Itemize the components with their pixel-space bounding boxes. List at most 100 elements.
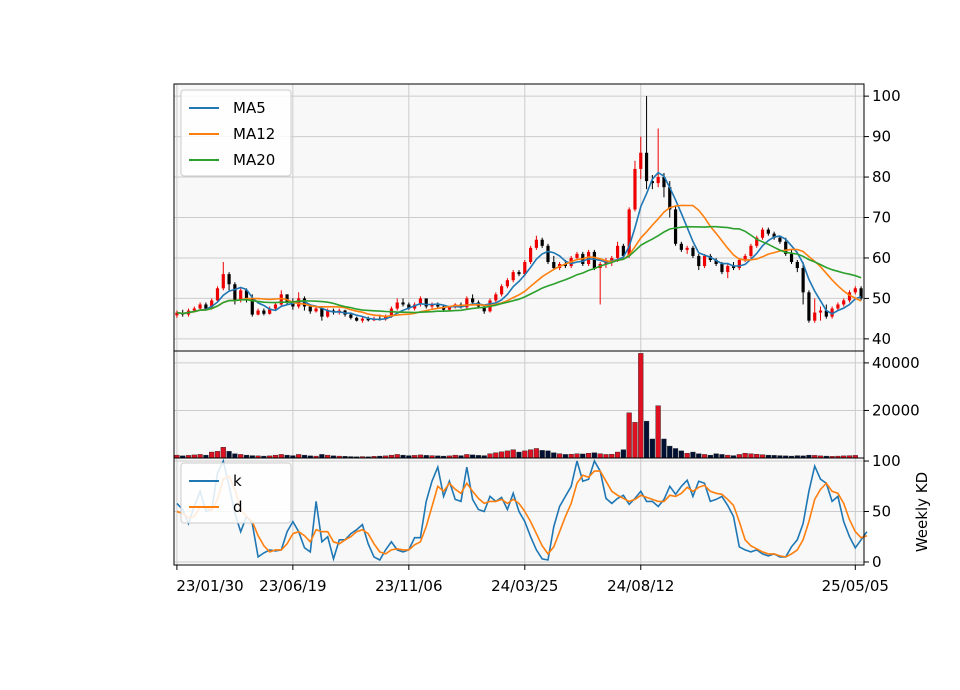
candle-body — [355, 317, 359, 321]
volume-bar — [528, 449, 534, 459]
volume-ytick-label: 40000 — [872, 354, 920, 372]
candle-body — [221, 274, 225, 289]
candle-body — [749, 245, 753, 256]
volume-bar — [504, 450, 510, 459]
candle-body — [720, 264, 724, 273]
volume-ytick-label: 20000 — [872, 401, 920, 419]
candle-body — [471, 298, 475, 303]
volume-bar — [226, 451, 232, 459]
price-ytick-label: 40 — [872, 330, 891, 348]
candle-body — [227, 274, 231, 285]
volume-bar — [649, 438, 655, 459]
volume-bar — [214, 451, 221, 459]
price-panel: 40 50 60 70 80 90 100 MA5 MA12 MA20 — [173, 83, 901, 352]
candle-body — [529, 247, 533, 262]
volume-bar — [545, 450, 551, 459]
x-tick-label: 24/08/12 — [607, 577, 674, 595]
x-tick-label: 25/05/05 — [822, 577, 889, 595]
volume-bar — [533, 448, 539, 459]
price-legend-label: MA20 — [233, 151, 275, 169]
volume-bar — [719, 454, 725, 459]
volume-bar — [603, 454, 609, 459]
volume-bar — [678, 450, 684, 459]
price-ytick-label: 100 — [872, 87, 901, 105]
price-ytick-label: 60 — [872, 249, 891, 267]
volume-bar — [643, 420, 650, 459]
candle-body — [534, 239, 538, 248]
volume-bar — [701, 454, 708, 459]
volume-bar — [464, 454, 470, 459]
volume-bar — [754, 453, 760, 459]
kd-ytick-label: 50 — [872, 503, 891, 521]
candle-body — [807, 292, 811, 321]
volume-bar — [209, 451, 215, 459]
candle-body — [702, 255, 707, 267]
volume-bar — [638, 353, 644, 459]
candle-body — [256, 310, 260, 315]
stock-chart: 40 50 60 70 80 90 100 MA5 MA12 MA20 20000 40000 0 5… — [173, 83, 931, 595]
volume-bar — [522, 450, 528, 459]
volume-bar — [586, 453, 592, 459]
candle-body — [575, 253, 579, 258]
candle-body — [215, 288, 220, 301]
candle-body — [320, 308, 324, 317]
candle-body — [308, 306, 312, 312]
volume-bar — [609, 453, 615, 459]
x-tick-label: 23/11/06 — [375, 577, 442, 595]
volume-bar — [197, 454, 203, 459]
volume-bar — [742, 453, 748, 459]
volume-bar — [620, 449, 626, 459]
volume-bar — [319, 454, 325, 459]
candle-body — [395, 302, 399, 309]
candle-body — [360, 318, 365, 321]
candle-body — [262, 310, 266, 314]
candle-body — [726, 266, 730, 273]
volume-background — [174, 351, 864, 458]
candle-body — [836, 304, 840, 309]
candle-body — [639, 152, 643, 169]
candle-body — [760, 229, 765, 238]
candle-body — [766, 229, 770, 234]
volume-bar — [568, 453, 574, 459]
candle-body — [813, 312, 817, 321]
kd-ytick-label: 100 — [872, 452, 901, 470]
volume-bar — [574, 453, 580, 459]
candle-body — [795, 262, 799, 269]
volume-bar — [713, 453, 719, 459]
candle-body — [685, 247, 689, 250]
volume-bar — [690, 451, 696, 459]
candle-body — [494, 294, 498, 301]
price-legend-label: MA5 — [233, 99, 266, 117]
candle-body — [818, 310, 823, 313]
volume-bar — [232, 453, 238, 459]
volume-bar — [696, 453, 702, 459]
candle-body — [789, 253, 794, 262]
volume-bar — [557, 453, 563, 459]
volume-bar — [499, 451, 505, 459]
volume-bar — [394, 454, 400, 459]
candle-body — [349, 314, 353, 318]
volume-bar — [655, 405, 661, 459]
candle-body — [801, 268, 805, 293]
candle-body — [656, 177, 660, 184]
candle-body — [233, 284, 237, 301]
candle-body — [679, 243, 683, 250]
volume-bar — [220, 447, 226, 459]
volume-bar — [672, 448, 679, 459]
price-ytick-label: 90 — [872, 128, 891, 146]
candle-body — [853, 288, 857, 293]
volume-bar — [632, 422, 638, 459]
volume-bar — [516, 451, 522, 459]
x-tick-label: 23/06/19 — [259, 577, 326, 595]
volume-bar — [278, 454, 284, 459]
volume-bar — [736, 454, 742, 459]
candle-body — [615, 245, 620, 258]
candle-body — [401, 302, 405, 305]
candle-body — [314, 308, 318, 312]
candle-body — [673, 209, 678, 244]
x-tick-label: 23/01/30 — [176, 577, 243, 595]
kd-legend-label: k — [233, 472, 242, 490]
candle-body — [500, 286, 504, 295]
candle-body — [697, 255, 701, 267]
volume-bar — [597, 453, 603, 459]
